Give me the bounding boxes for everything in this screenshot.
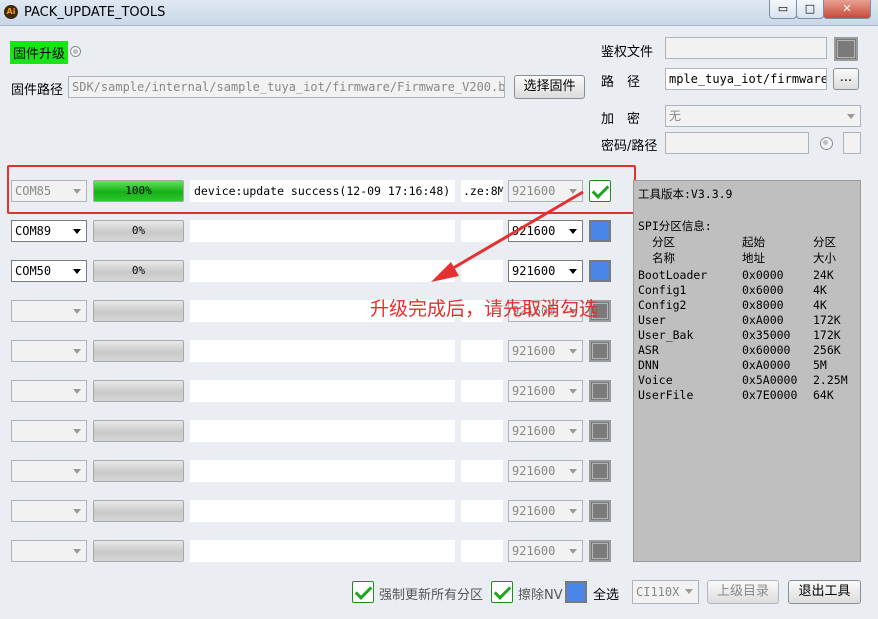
minimize-button[interactable]: ▭	[769, 0, 797, 19]
partition-name: User	[638, 313, 666, 327]
partition-size: 256K	[813, 343, 841, 357]
partition-address: 0x8000	[742, 298, 784, 312]
partition-size: 172K	[813, 313, 841, 327]
chevron-down-icon	[685, 589, 693, 594]
main-panel: 固件升级 固件路径 SDK/sample/internal/sample_tuy…	[3, 26, 875, 616]
partition-address: 0x7E0000	[742, 388, 798, 402]
partition-address: 0x6000	[742, 283, 784, 297]
partition-size: 172K	[813, 328, 841, 342]
partition-size: 2.25M	[813, 373, 848, 387]
partition-size: 4K	[813, 298, 827, 312]
info-panel: 工具版本:V3.3.9 SPI分区信息: 分区 名称 起始 地址 分区 大小 B…	[633, 180, 861, 562]
chip-value: CI110X	[636, 585, 680, 599]
partition-address: 0x5A0000	[742, 373, 798, 387]
title-bar: Ai PACK_UPDATE_TOOLS ▭ □ ✕	[0, 0, 878, 26]
parent-dir-button[interactable]: 上级目录	[707, 580, 779, 604]
partition-name: ASR	[638, 343, 659, 357]
partition-name: User_Bak	[638, 328, 694, 342]
partition-address: 0x0000	[742, 268, 784, 282]
annotation-text: 升级完成后，请先取消勾选	[370, 298, 599, 320]
window-title: PACK_UPDATE_TOOLS	[24, 5, 166, 20]
col-start-header-1: 起始	[742, 235, 765, 249]
spi-title: SPI分区信息:	[638, 219, 712, 233]
app-window: Ai PACK_UPDATE_TOOLS ▭ □ ✕ 固件升级 固件路径 SDK…	[0, 0, 878, 619]
partition-address: 0xA000	[742, 313, 784, 327]
partition-size: 24K	[813, 268, 834, 282]
partition-size: 64K	[813, 388, 834, 402]
partition-size: 4K	[813, 283, 827, 297]
partition-name: Voice	[638, 373, 673, 387]
partition-size: 5M	[813, 358, 827, 372]
erase-nv-checkbox[interactable]	[491, 581, 513, 603]
partition-address: 0x35000	[742, 328, 791, 342]
col-start-header-2: 地址	[742, 251, 765, 265]
col-name-header-2: 名称	[652, 251, 675, 265]
partition-address: 0x60000	[742, 343, 791, 357]
maximize-button[interactable]: □	[796, 0, 824, 19]
col-size-header-1: 分区	[813, 235, 836, 249]
close-button[interactable]: ✕	[823, 0, 871, 19]
select-all-label: 全选	[593, 588, 620, 603]
partition-name: UserFile	[638, 388, 694, 402]
select-all-checkbox[interactable]	[565, 581, 587, 603]
partition-address: 0xA0000	[742, 358, 791, 372]
chip-select[interactable]: CI110X	[632, 580, 699, 604]
partition-name: BootLoader	[638, 268, 708, 282]
partition-name: DNN	[638, 358, 659, 372]
force-update-checkbox[interactable]	[352, 581, 374, 603]
app-icon: Ai	[4, 5, 18, 19]
col-size-header-2: 大小	[813, 251, 836, 265]
exit-button[interactable]: 退出工具	[788, 580, 861, 604]
col-name-header-1: 分区	[652, 235, 675, 249]
erase-nv-label: 擦除NV	[518, 588, 563, 603]
force-update-label: 强制更新所有分区	[379, 588, 484, 603]
tool-version: 工具版本:V3.3.9	[638, 187, 733, 201]
partition-name: Config1	[638, 283, 687, 297]
partition-name: Config2	[638, 298, 687, 312]
